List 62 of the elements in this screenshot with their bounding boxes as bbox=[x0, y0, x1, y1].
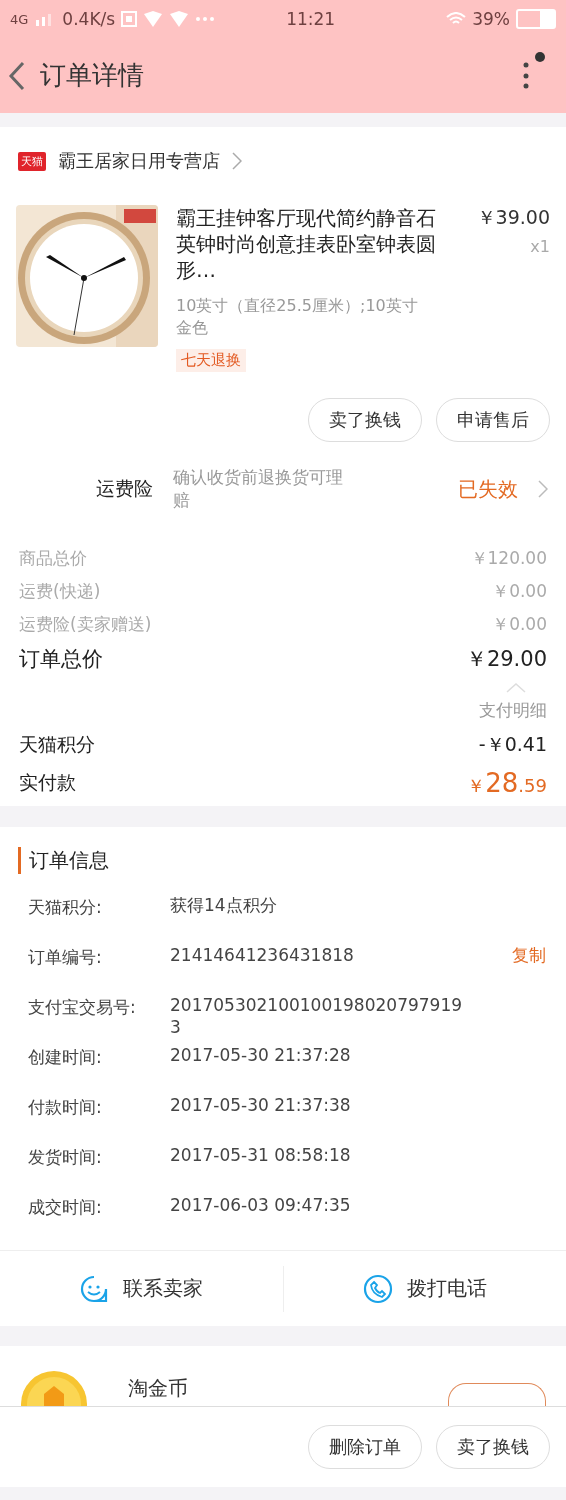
price-value: ￥120.00 bbox=[470, 547, 547, 570]
info-value: 2017-06-03 09:47:35 bbox=[170, 1194, 352, 1216]
price-value: ￥0.00 bbox=[492, 580, 547, 603]
contact-button[interactable]: 联系卖家 bbox=[0, 1258, 283, 1319]
info-value: 2017-05-30 21:37:28 bbox=[170, 1044, 352, 1066]
action-button[interactable]: 申请售后 bbox=[436, 398, 550, 442]
product-price: ￥39.00 bbox=[476, 205, 550, 230]
info-label: 付款时间: bbox=[28, 1096, 103, 1119]
points-label: 天猫积分 bbox=[19, 732, 95, 757]
network-label: 4G bbox=[10, 11, 29, 27]
shield-icon bbox=[169, 10, 190, 28]
info-label: 发货时间: bbox=[28, 1146, 103, 1169]
app-icon bbox=[121, 11, 138, 27]
points-value: -￥0.41 bbox=[478, 732, 547, 757]
paid-amount: ￥28.59 bbox=[467, 768, 547, 798]
info-value: 2017-05-30 21:37:38 bbox=[170, 1094, 352, 1116]
info-label: 支付宝交易号: bbox=[28, 996, 137, 1019]
info-label: 天猫积分: bbox=[28, 896, 103, 919]
battery-icon bbox=[516, 9, 556, 29]
info-value: 获得14点积分 bbox=[170, 894, 278, 916]
page-title: 订单详情 bbox=[40, 59, 144, 92]
back-icon[interactable] bbox=[8, 60, 26, 91]
price-label: 运费(快递) bbox=[19, 580, 101, 603]
chevron-right-icon[interactable] bbox=[232, 152, 242, 170]
wifi-icon bbox=[446, 12, 467, 26]
phone-icon bbox=[362, 1273, 393, 1304]
shield-icon bbox=[143, 10, 164, 28]
coin-title: 淘金币 bbox=[128, 1374, 188, 1402]
chat-icon bbox=[79, 1273, 110, 1304]
battery-percent: 39% bbox=[472, 9, 510, 29]
price-value: ￥0.00 bbox=[492, 613, 547, 636]
product-variant: 10英寸（直径25.5厘米）;10英寸 bbox=[176, 295, 419, 317]
product-quantity: x1 bbox=[530, 237, 550, 256]
more-icon bbox=[195, 16, 216, 22]
info-label: 创建时间: bbox=[28, 1046, 103, 1069]
action-button[interactable]: 卖了换钱 bbox=[436, 1425, 550, 1469]
insurance-label: 运费险 bbox=[96, 476, 153, 501]
product-title[interactable]: 霸王挂钟客厅现代简约静音石英钟时尚创意挂表卧室钟表圆形… bbox=[176, 205, 452, 283]
store-badge: 天猫 bbox=[18, 151, 46, 171]
section-title: 订单信息 bbox=[18, 847, 566, 874]
clock-time: 11:21 bbox=[286, 9, 336, 29]
insurance-description: 确认收货前退换货可理赔 bbox=[173, 466, 344, 512]
paid-label: 实付款 bbox=[19, 770, 76, 795]
network-speed: 0.4K/s bbox=[62, 9, 116, 29]
payment-detail-label: 支付明细 bbox=[479, 699, 547, 722]
info-label: 订单编号: bbox=[28, 946, 103, 969]
info-value: 21414641236431818 bbox=[170, 944, 355, 966]
price-label: 订单总价 bbox=[19, 646, 103, 673]
price-label: 运费险(卖家赠送) bbox=[19, 613, 152, 636]
action-button[interactable]: 卖了换钱 bbox=[308, 398, 422, 442]
store-name[interactable]: 霸王居家日用专营店 bbox=[58, 149, 220, 173]
chevron-right-icon[interactable] bbox=[538, 480, 548, 498]
contact-button[interactable]: 拨打电话 bbox=[283, 1258, 566, 1319]
price-label: 商品总价 bbox=[19, 547, 87, 570]
info-value: 2017053021001001980207979193 bbox=[170, 994, 464, 1038]
price-value: ￥29.00 bbox=[465, 646, 547, 673]
info-value: 2017-05-31 08:58:18 bbox=[170, 1144, 352, 1166]
info-label: 成交时间: bbox=[28, 1196, 103, 1219]
product-variant: 金色 bbox=[176, 317, 209, 339]
caret-up-icon[interactable] bbox=[506, 683, 526, 693]
return-tag: 七天退换 bbox=[176, 349, 246, 372]
action-button[interactable]: 删除订单 bbox=[308, 1425, 422, 1469]
